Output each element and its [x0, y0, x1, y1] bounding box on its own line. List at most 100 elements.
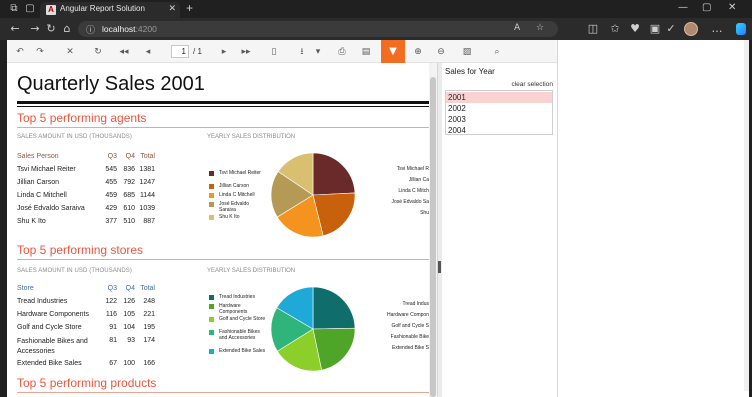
forward-icon[interactable]: →	[28, 22, 42, 36]
close-tab-icon[interactable]: ✕	[168, 3, 176, 14]
cell: José Edvaldo Saraiva	[17, 205, 85, 212]
agents-section-rule	[17, 127, 429, 128]
redo-icon[interactable]: ↷	[33, 45, 47, 59]
page-scrollbar[interactable]	[744, 40, 749, 391]
cell: 836	[123, 166, 135, 173]
cell: 429	[105, 205, 117, 212]
pie-slice[interactable]	[312, 286, 356, 330]
print-layout-icon[interactable]: ▤	[359, 45, 373, 59]
legend-label: Hardware Components	[219, 303, 248, 315]
header-sales-person: Sales Person	[17, 153, 59, 160]
table-row: Jillian Carson 455 792 1247	[17, 179, 157, 189]
table-row: Linda C Mitchell 459 685 1144	[17, 192, 157, 202]
workspaces-icon[interactable]: ⧉	[8, 3, 20, 15]
pie-label: Golf and Cycle S	[391, 323, 429, 329]
clear-selection-link[interactable]: clear selection	[511, 81, 553, 88]
split-screen-icon[interactable]: ◫	[586, 22, 600, 36]
last-page-icon[interactable]: ▸▸	[239, 45, 253, 59]
extensions-icon[interactable]: ✓	[664, 22, 678, 36]
close-window-icon[interactable]: ✕	[728, 2, 736, 13]
collections-icon[interactable]: ▣	[648, 22, 662, 36]
next-page-icon[interactable]: ▸	[217, 45, 231, 59]
cell: 105	[123, 311, 135, 318]
cell: Extended Bike Sales	[17, 360, 82, 367]
report-scrollbar[interactable]	[429, 63, 437, 397]
report-title: Quarterly Sales 2001	[17, 73, 205, 95]
scrollbar-thumb[interactable]	[430, 77, 436, 397]
title-divider-thin	[17, 106, 429, 107]
cell: 81	[109, 337, 117, 344]
favorites-icon[interactable]: ✩	[608, 22, 622, 36]
pie-label: Jillian Ca	[408, 177, 429, 183]
year-option-2004[interactable]: 2004	[446, 125, 552, 136]
read-aloud-icon[interactable]: A	[514, 23, 520, 33]
legend-swatch	[209, 330, 214, 335]
year-option-2001[interactable]: 2001	[446, 92, 552, 103]
table-row: José Edvaldo Saraiva 429 610 1039	[17, 205, 157, 215]
export-dropdown-icon[interactable]: ▾	[311, 45, 325, 59]
stop-icon[interactable]: ✕	[63, 45, 77, 59]
url-field[interactable]: ⓘ localhost:4200 A ☆	[78, 21, 558, 37]
parameters-filter-button[interactable]: ▼	[381, 40, 405, 63]
stores-pie-chart	[270, 286, 356, 372]
first-page-icon[interactable]: ◂◂	[117, 45, 131, 59]
profile-avatar[interactable]	[684, 22, 698, 36]
zoom-out-icon[interactable]: ⊖	[434, 45, 448, 59]
legend-swatch	[209, 215, 214, 220]
refresh-icon[interactable]: ↻	[44, 22, 58, 36]
tab-actions-icon[interactable]: ▢	[24, 3, 36, 15]
title-bar: ⧉ ▢ A Angular Report Solution ✕ + — ▢ ✕	[0, 0, 752, 18]
previous-page-icon[interactable]: ◂	[141, 45, 155, 59]
year-option-2002[interactable]: 2002	[446, 103, 552, 114]
copilot-icon[interactable]	[736, 23, 746, 35]
cell: 545	[105, 166, 117, 173]
cell: 221	[143, 311, 155, 318]
maximize-icon[interactable]: ▢	[702, 2, 711, 13]
year-list[interactable]: 2001 2002 2003 2004	[445, 90, 553, 135]
undo-icon[interactable]: ↶	[13, 45, 27, 59]
info-icon[interactable]: ⓘ	[86, 23, 95, 36]
refresh-report-icon[interactable]: ↻	[91, 45, 105, 59]
cell: 67	[109, 360, 117, 367]
stores-section-title: Top 5 performing stores	[17, 243, 144, 257]
page-count: / 1	[193, 47, 202, 56]
cell: 248	[143, 298, 155, 305]
search-icon[interactable]: ⌕	[490, 45, 504, 59]
print-icon[interactable]: ⎙	[335, 45, 349, 59]
cell: Fashionable Bikes and Accessories	[17, 338, 88, 355]
cell: 459	[105, 192, 117, 199]
home-icon[interactable]: ⌂	[60, 22, 74, 36]
splitter-grip[interactable]	[438, 261, 441, 273]
table-row: Extended Bike Sales 67 100 166	[17, 360, 157, 370]
header-total: Total	[140, 153, 155, 160]
page-number-input[interactable]: 1	[171, 45, 189, 58]
legend-swatch	[209, 295, 214, 300]
legend-label: Extended Bike Sales	[219, 348, 266, 354]
export-icon[interactable]: ⭳	[295, 45, 309, 59]
cell: 1247	[139, 179, 155, 186]
cell: 93	[127, 337, 135, 344]
heart-icon[interactable]: ♥	[628, 22, 642, 36]
table-row: Hardware Components 116 105 221	[17, 311, 157, 321]
legend-label: José Edvaldo Saraiva	[219, 201, 250, 213]
stores-chart-subtitle: YEARLY SALES DISTRIBUTION	[207, 268, 296, 274]
browser-tab[interactable]: A Angular Report Solution ✕	[40, 2, 180, 18]
table-row: Tsvi Michael Reiter 545 836 1381	[17, 166, 157, 176]
favorite-star-icon[interactable]: ☆	[536, 23, 544, 33]
legend-label: Tsvi Michael Reiter	[219, 170, 261, 176]
zoom-in-icon[interactable]: ⊕	[411, 45, 425, 59]
minimize-icon[interactable]: —	[678, 2, 688, 13]
pie-slice[interactable]	[312, 152, 356, 196]
url-host: localhost	[102, 24, 136, 34]
products-section-rule	[17, 392, 429, 393]
toggle-view-icon[interactable]: ▨	[460, 45, 474, 59]
cell: 1381	[139, 166, 155, 173]
cell: 685	[123, 192, 135, 199]
back-icon[interactable]: ←	[8, 22, 22, 36]
year-option-2003[interactable]: 2003	[446, 114, 552, 125]
more-menu-icon[interactable]: …	[710, 22, 724, 36]
angular-icon: A	[46, 5, 56, 15]
document-map-icon[interactable]: ▯	[267, 45, 281, 59]
agents-table-subtitle: SALES AMOUNT IN USD (THOUSANDS)	[17, 134, 133, 140]
new-tab-button[interactable]: +	[186, 1, 193, 15]
